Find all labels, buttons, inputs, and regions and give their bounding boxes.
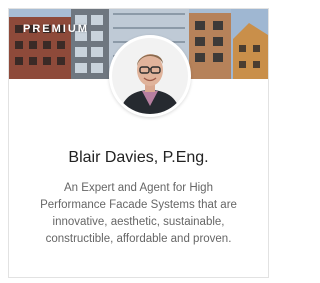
bio-line: An Expert and Agent for High	[64, 182, 213, 194]
profile-bio: An Expert and Agent for High Performance…	[23, 180, 254, 248]
bio-line: constructible, affordable and proven.	[45, 233, 232, 245]
premium-badge: PREMIUM	[23, 23, 89, 35]
avatar[interactable]	[109, 35, 191, 117]
bio-line: innovative, aesthetic, sustainable,	[52, 216, 225, 228]
profile-name[interactable]: Blair Davies, P.Eng.	[9, 149, 268, 167]
profile-photo	[112, 38, 188, 114]
bio-line: Performance Facade Systems that are	[40, 199, 237, 211]
profile-card[interactable]: PREMIUM Blair Davies, P.Eng. An Expert a…	[8, 8, 269, 278]
